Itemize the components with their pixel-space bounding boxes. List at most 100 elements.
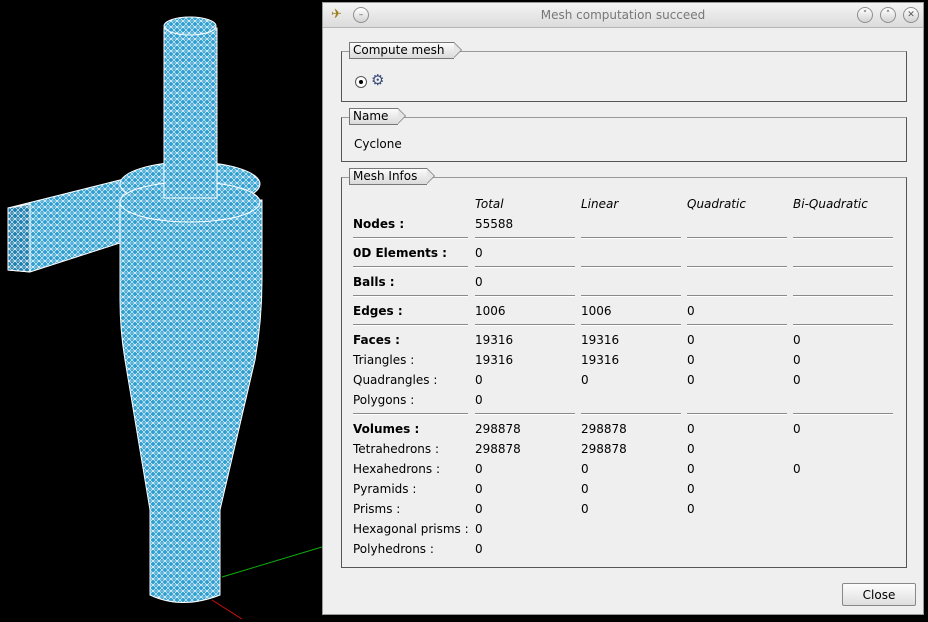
3d-viewport[interactable] bbox=[0, 0, 323, 620]
column-header: Bi-Quadratic bbox=[793, 197, 868, 211]
row-value: 0 bbox=[687, 373, 695, 387]
row-value: 0 bbox=[687, 333, 695, 347]
row-value: 298878 bbox=[475, 442, 521, 456]
row-value: 19316 bbox=[581, 353, 620, 367]
row-separator bbox=[475, 295, 575, 297]
row-value: 19316 bbox=[475, 353, 514, 367]
row-value: 0 bbox=[475, 373, 483, 387]
row-value: 298878 bbox=[581, 442, 627, 456]
row-separator bbox=[353, 237, 468, 239]
axis-y-line bbox=[221, 546, 323, 578]
gear-icon: ⚙ bbox=[371, 71, 385, 89]
row-separator bbox=[793, 413, 893, 415]
column-header: Quadratic bbox=[687, 197, 746, 211]
minimize-button[interactable]: ˅ bbox=[857, 7, 873, 23]
row-label: Prisms : bbox=[353, 502, 401, 516]
name-label: Name bbox=[349, 108, 407, 125]
row-separator bbox=[793, 324, 893, 326]
row-label: Triangles : bbox=[353, 353, 415, 367]
name-group: Cyclone bbox=[341, 117, 907, 162]
row-value: 298878 bbox=[475, 422, 521, 436]
row-value: 19316 bbox=[581, 333, 620, 347]
row-separator bbox=[581, 324, 681, 326]
row-value: 55588 bbox=[475, 217, 514, 231]
row-separator bbox=[793, 266, 893, 268]
row-separator bbox=[687, 237, 787, 239]
column-header: Linear bbox=[581, 197, 619, 211]
row-value: 0 bbox=[793, 353, 801, 367]
row-value: 0 bbox=[793, 462, 801, 476]
cyclone-mesh-render bbox=[7, 16, 323, 620]
row-value: 0 bbox=[687, 482, 695, 496]
row-separator bbox=[353, 295, 468, 297]
mesh-infos-label: Mesh Infos bbox=[349, 168, 436, 185]
maximize-button[interactable]: ˄ bbox=[880, 7, 896, 23]
row-separator bbox=[581, 295, 681, 297]
close-button[interactable]: Close bbox=[842, 583, 916, 606]
row-value: 0 bbox=[793, 373, 801, 387]
row-value: 0 bbox=[475, 462, 483, 476]
row-separator bbox=[687, 266, 787, 268]
mesh-name-value: Cyclone bbox=[354, 137, 402, 151]
row-label: Volumes : bbox=[353, 422, 420, 436]
row-separator bbox=[353, 324, 468, 326]
row-label: Faces : bbox=[353, 333, 400, 347]
row-value: 0 bbox=[687, 304, 695, 318]
compute-mesh-radio[interactable] bbox=[355, 76, 367, 88]
row-separator bbox=[687, 295, 787, 297]
row-value: 19316 bbox=[475, 333, 514, 347]
row-value: 0 bbox=[687, 442, 695, 456]
compute-mesh-label: Compute mesh bbox=[349, 42, 463, 59]
row-label: Hexagonal prisms : bbox=[353, 522, 469, 536]
row-label: Polyhedrons : bbox=[353, 542, 434, 556]
dialog-title: Mesh computation succeed bbox=[540, 8, 706, 22]
close-window-button[interactable]: ✕ bbox=[903, 7, 919, 23]
row-value: 0 bbox=[687, 502, 695, 516]
row-value: 0 bbox=[475, 246, 483, 260]
row-value: 1006 bbox=[581, 304, 612, 318]
row-label: Quadrangles : bbox=[353, 373, 438, 387]
row-value: 0 bbox=[793, 333, 801, 347]
row-label: Polygons : bbox=[353, 393, 415, 407]
close-button-label: Close bbox=[862, 588, 896, 602]
row-separator bbox=[793, 237, 893, 239]
row-value: 298878 bbox=[581, 422, 627, 436]
row-separator bbox=[475, 266, 575, 268]
column-header: Total bbox=[475, 197, 504, 211]
row-value: 0 bbox=[475, 393, 483, 407]
row-label: 0D Elements : bbox=[353, 246, 447, 260]
row-label: Pyramids : bbox=[353, 482, 417, 496]
row-value: 0 bbox=[475, 482, 483, 496]
row-separator bbox=[581, 237, 681, 239]
dialog-titlebar[interactable]: ✈ – Mesh computation succeed ˅ ˄ ✕ bbox=[323, 3, 923, 28]
row-value: 0 bbox=[581, 462, 589, 476]
row-value: 0 bbox=[475, 542, 483, 556]
row-value: 0 bbox=[581, 502, 589, 516]
row-label: Hexahedrons : bbox=[353, 462, 440, 476]
row-separator bbox=[687, 413, 787, 415]
row-separator bbox=[353, 413, 468, 415]
row-value: 0 bbox=[581, 482, 589, 496]
row-value: 0 bbox=[581, 373, 589, 387]
row-separator bbox=[581, 413, 681, 415]
row-value: 0 bbox=[475, 502, 483, 516]
row-label: Edges : bbox=[353, 304, 403, 318]
row-label: Balls : bbox=[353, 275, 395, 289]
row-value: 0 bbox=[687, 353, 695, 367]
row-separator bbox=[475, 237, 575, 239]
row-separator bbox=[475, 324, 575, 326]
mesh-infos-group: Total Linear Quadratic Bi-Quadratic Nodes : 5… bbox=[341, 177, 907, 568]
row-value: 0 bbox=[475, 275, 483, 289]
row-value: 0 bbox=[793, 422, 801, 436]
row-value: 0 bbox=[687, 462, 695, 476]
row-label: Tetrahedrons : bbox=[353, 442, 439, 456]
row-separator bbox=[687, 324, 787, 326]
row-value: 0 bbox=[687, 422, 695, 436]
axis-x-line bbox=[211, 599, 243, 620]
row-separator bbox=[793, 295, 893, 297]
row-separator bbox=[475, 413, 575, 415]
row-separator bbox=[353, 266, 468, 268]
row-separator bbox=[581, 266, 681, 268]
mesh-computation-dialog: ✈ – Mesh computation succeed ˅ ˄ ✕ ⚙ Com… bbox=[322, 2, 924, 615]
row-value: 0 bbox=[475, 522, 483, 536]
